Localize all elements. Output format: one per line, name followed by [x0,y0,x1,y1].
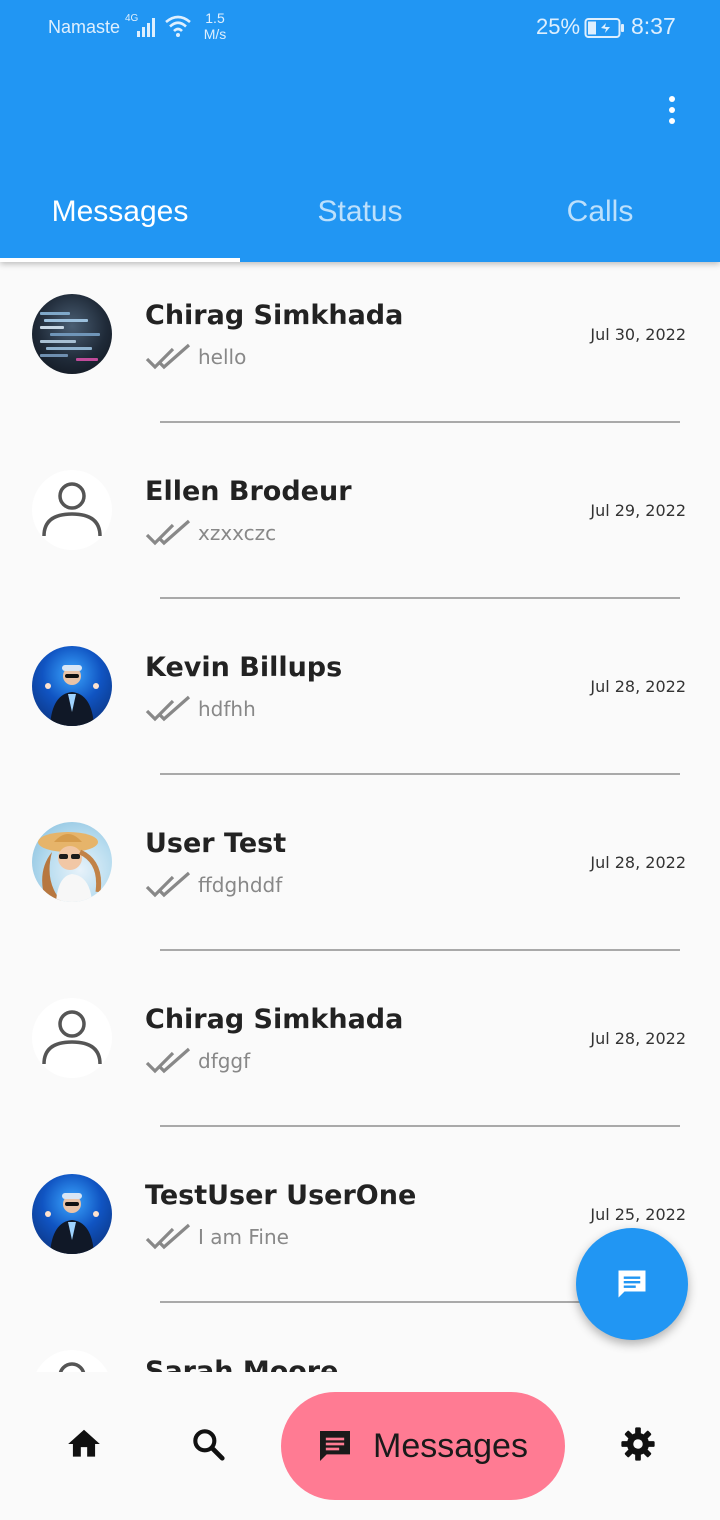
last-message: dfggf [198,1049,251,1073]
double-check-icon [145,1047,191,1074]
message-date: Jul 30, 2022 [590,325,686,344]
home-button[interactable] [62,1422,106,1466]
home-icon [68,1429,100,1457]
avatar[interactable] [32,470,112,550]
message-date: Jul 28, 2022 [590,677,686,696]
new-message-button[interactable] [576,1228,688,1340]
tab-calls[interactable]: Calls [480,180,720,262]
wifi-icon [164,14,192,42]
avatar[interactable] [32,646,112,726]
message-icon [315,1426,355,1466]
battery-percent: 25% [536,14,581,39]
last-message: xzxxczc [198,521,277,545]
double-check-icon [145,519,191,546]
contact-name: User Test [145,828,287,859]
contact-name: Ellen Brodeur [145,476,352,507]
clock: 8:37 [631,13,676,39]
carrier-name: Namaste [48,17,121,37]
tab-bar: Messages Status Calls [0,180,720,262]
double-check-icon [145,871,191,898]
conversation-row[interactable]: Chirag Simkhada dfggf Jul 28, 2022 [0,966,720,1142]
default-person-icon [42,482,102,537]
bottom-navigation: Messages [0,1372,720,1520]
contact-name: Kevin Billups [145,652,343,683]
last-message: ffdghddf [198,873,283,897]
divider [160,421,680,423]
new-message-icon [618,1270,646,1298]
battery-charging-icon [584,17,626,43]
conversation-row[interactable]: User Test ffdghddf Jul 28, 2022 [0,790,720,966]
network-speed: 1.5 M/s [203,10,227,42]
divider [160,773,680,775]
conversation-row[interactable]: Kevin Billups hdfhh Jul 28, 2022 [0,614,720,790]
message-date: Jul 25, 2022 [590,1205,686,1224]
contact-name: Sarah Moore [145,1356,339,1372]
settings-icon [621,1427,655,1461]
double-check-icon [145,1223,191,1250]
default-person-icon [42,1010,102,1065]
divider [160,1125,680,1127]
avatar[interactable] [32,1350,112,1372]
status-bar: Namaste 4G 1.5 M/s 25% 8:37 [0,0,720,56]
avatar[interactable] [32,998,112,1078]
settings-button[interactable] [616,1422,660,1466]
divider [160,949,680,951]
contact-name: Chirag Simkhada [145,300,404,331]
more-vert-icon[interactable] [656,92,688,128]
divider [160,597,680,599]
avatar[interactable] [32,822,112,902]
contact-name: TestUser UserOne [145,1180,417,1211]
message-date: Jul 28, 2022 [590,853,686,872]
signal-icon [136,16,158,42]
message-date: Jul 29, 2022 [590,501,686,520]
tab-messages[interactable]: Messages [0,180,240,262]
avatar[interactable] [32,1174,112,1254]
last-message: I am Fine [198,1225,289,1249]
avatar[interactable] [32,294,112,374]
search-button[interactable] [186,1422,230,1466]
contact-name: Chirag Simkhada [145,1004,404,1035]
conversation-row[interactable]: Chirag Simkhada hello Jul 30, 2022 [0,262,720,438]
last-message: hello [198,345,247,369]
tab-status[interactable]: Status [240,180,480,262]
message-date: Jul 28, 2022 [590,1029,686,1048]
conversation-list: Chirag Simkhada hello Jul 30, 2022 Ellen… [0,262,720,1372]
search-icon [193,1429,225,1461]
default-person-icon [58,1362,86,1372]
conversation-row[interactable]: Ellen Brodeur xzxxczc Jul 29, 2022 [0,438,720,614]
app-header: Namaste 4G 1.5 M/s 25% 8:37 Messages Sta… [0,0,720,262]
double-check-icon [145,343,191,370]
nav-messages-active[interactable]: Messages [281,1392,565,1500]
double-check-icon [145,695,191,722]
nav-messages-label: Messages [373,1426,528,1465]
last-message: hdfhh [198,697,256,721]
